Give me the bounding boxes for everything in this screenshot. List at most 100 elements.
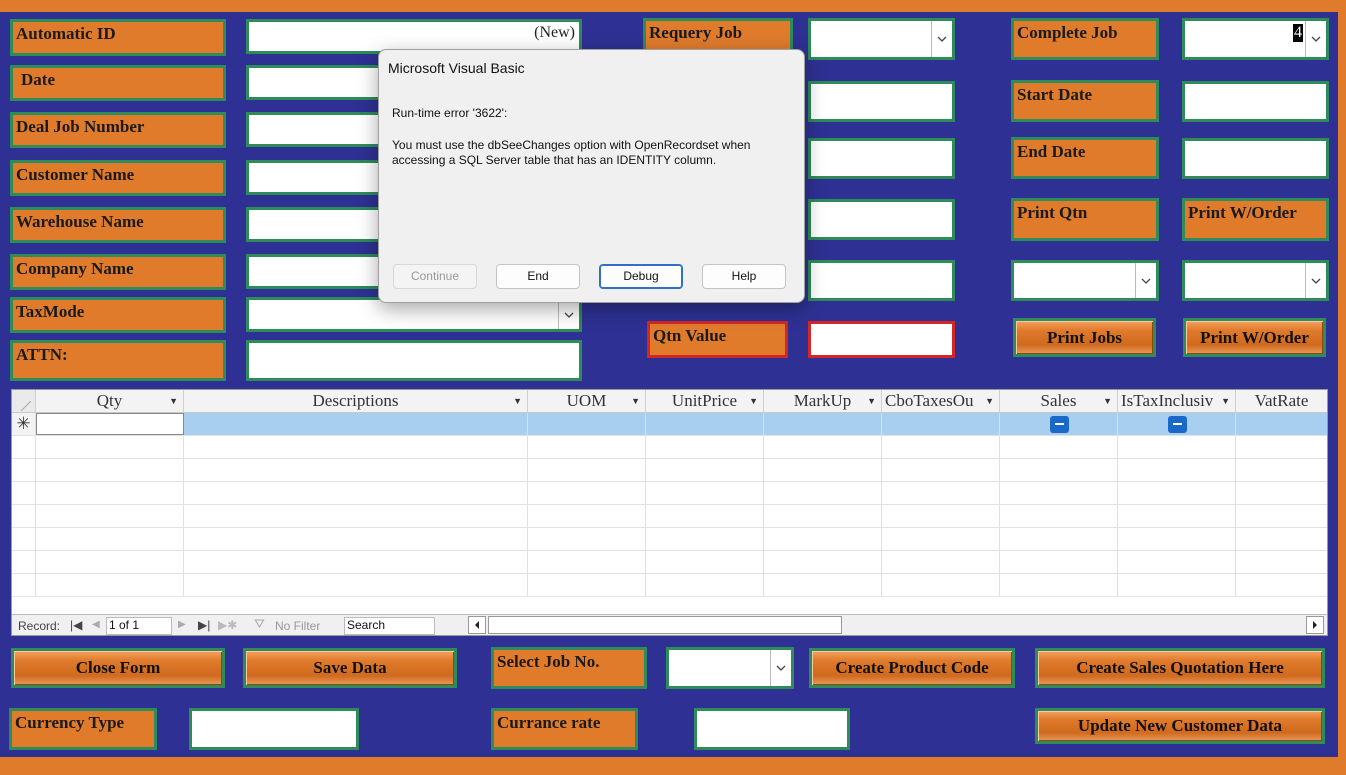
checkbox-indeterminate-icon [1055, 423, 1064, 425]
chevron-down-icon[interactable] [1305, 21, 1326, 57]
chevron-down-icon[interactable] [770, 650, 791, 686]
filter-icon[interactable]: ⛛ [254, 616, 265, 632]
save-data-button[interactable]: Save Data [243, 648, 457, 688]
chevron-down-icon[interactable] [931, 21, 952, 57]
dialog-error-code: Run-time error '3622': [392, 106, 508, 120]
print-worder-combo[interactable] [1182, 260, 1329, 301]
chevron-down-icon[interactable]: ▼ [749, 390, 758, 412]
middle-field-3[interactable] [808, 199, 955, 240]
chevron-down-icon[interactable]: ▼ [985, 390, 994, 412]
middle-field-4[interactable] [808, 260, 955, 301]
column-header-vatrate[interactable]: VatRate [1236, 390, 1327, 413]
print-qtn-combo[interactable] [1011, 260, 1159, 301]
help-button[interactable]: Help [702, 264, 786, 289]
unitprice-cell[interactable] [646, 413, 764, 435]
chevron-down-icon[interactable]: ▼ [1221, 390, 1230, 412]
chevron-down-icon[interactable]: ▼ [867, 390, 876, 412]
print-worder-button[interactable]: Print W/Order [1183, 318, 1326, 357]
column-header-sales[interactable]: Sales ▼ [1000, 390, 1118, 413]
label-print-qtn: Print Qtn [1011, 198, 1159, 241]
label-currance-rate: Currance rate [491, 708, 638, 750]
chevron-down-icon[interactable]: ▼ [513, 390, 522, 412]
column-header-vatrate-label: VatRate [1254, 391, 1309, 410]
horizontal-scrollbar-thumb[interactable] [488, 616, 842, 634]
currance-rate-field[interactable] [694, 708, 850, 750]
complete-job-combo[interactable]: 4 [1182, 18, 1329, 60]
istaxinclusive-cell[interactable] [1118, 413, 1236, 435]
scroll-right-button[interactable] [1306, 616, 1324, 634]
empty-row [12, 551, 1327, 574]
column-header-markup[interactable]: MarkUp ▼ [764, 390, 882, 413]
search-input[interactable]: Search [344, 617, 435, 635]
scroll-left-button[interactable] [468, 616, 486, 634]
middle-field-2[interactable] [808, 138, 955, 179]
label-end-date: End Date [1011, 137, 1159, 179]
column-header-qty[interactable]: Qty ▼ [36, 390, 184, 413]
last-record-icon[interactable]: ▶| [198, 618, 210, 632]
chevron-down-icon[interactable] [1135, 263, 1156, 298]
column-header-cbotaxesou[interactable]: CboTaxesOu ▼ [882, 390, 1000, 413]
first-record-icon[interactable]: |◀ [70, 618, 82, 632]
chevron-down-icon[interactable]: ▼ [169, 390, 178, 412]
empty-row [12, 574, 1327, 597]
column-header-uom[interactable]: UOM ▼ [528, 390, 646, 413]
cbotaxesou-cell[interactable] [882, 413, 1000, 435]
column-header-descriptions-label: Descriptions [312, 391, 399, 410]
requery-job-combo[interactable] [808, 18, 955, 60]
chevron-down-icon[interactable] [558, 300, 579, 329]
column-header-cbotaxesou-label: CboTaxesOu [885, 391, 974, 410]
new-record-nav-icon[interactable]: ▶✱ [218, 618, 237, 632]
descriptions-cell[interactable] [184, 413, 528, 435]
print-jobs-button[interactable]: Print Jobs [1013, 318, 1156, 357]
end-button[interactable]: End [496, 264, 580, 289]
debug-button[interactable]: Debug [599, 264, 683, 289]
next-record-icon[interactable]: ▶ [178, 619, 186, 630]
column-header-markup-label: MarkUp [793, 391, 852, 410]
label-customer-name: Customer Name [10, 160, 226, 196]
label-attn: ATTN: [10, 340, 226, 381]
middle-field-1[interactable] [808, 81, 955, 122]
label-automatic-id: Automatic ID [10, 19, 226, 56]
new-record-icon[interactable]: ✳ [12, 413, 36, 435]
create-sales-quotation-button[interactable]: Create Sales Quotation Here [1035, 648, 1325, 688]
close-form-button[interactable]: Close Form [11, 648, 225, 688]
create-product-code-button[interactable]: Create Product Code [809, 648, 1015, 688]
column-header-uom-label: UOM [566, 391, 607, 410]
label-start-date: Start Date [1011, 80, 1159, 122]
chevron-down-icon[interactable] [1305, 263, 1326, 298]
chevron-down-icon[interactable]: ▼ [631, 390, 640, 412]
end-date-field[interactable] [1182, 138, 1329, 179]
chevron-down-icon[interactable]: ▼ [1103, 390, 1112, 412]
label-qtn-value: Qtn Value [647, 321, 788, 358]
column-header-unitprice[interactable]: UnitPrice ▼ [646, 390, 764, 413]
vatrate-cell[interactable] [1236, 413, 1327, 435]
uom-cell[interactable] [528, 413, 646, 435]
line-items-datasheet[interactable]: Qty ▼ Descriptions ▼ UOM ▼ UnitPrice ▼ MarkU… [11, 389, 1328, 636]
empty-row [12, 505, 1327, 528]
currency-type-field[interactable] [189, 708, 359, 750]
update-customer-data-button[interactable]: Update New Customer Data [1035, 708, 1325, 744]
row-selector-header[interactable] [12, 390, 36, 413]
label-company-name: Company Name [10, 254, 226, 290]
checkbox-indeterminate-icon [1173, 423, 1182, 425]
sales-cell[interactable] [1000, 413, 1118, 435]
markup-cell[interactable] [764, 413, 882, 435]
table-row-new[interactable]: ✳ [12, 413, 1327, 436]
qtn-value-field[interactable] [808, 321, 955, 358]
qty-cell-input[interactable] [36, 413, 184, 435]
sales-checkbox[interactable] [1050, 416, 1069, 433]
column-header-unitprice-label: UnitPrice [671, 391, 738, 410]
continue-button[interactable]: Continue [393, 264, 477, 289]
label-complete-job: Complete Job [1011, 18, 1159, 60]
complete-job-value: 4 [1293, 24, 1303, 42]
current-record-field[interactable]: 1 of 1 [106, 617, 172, 635]
column-header-descriptions[interactable]: Descriptions ▼ [184, 390, 528, 413]
istaxinclusive-checkbox[interactable] [1168, 416, 1187, 433]
select-job-combo[interactable] [666, 647, 794, 689]
previous-record-icon[interactable]: ◀ [92, 619, 100, 630]
attn-field[interactable] [246, 340, 582, 381]
start-date-field[interactable] [1182, 81, 1329, 122]
record-navigation-bar: Record: |◀ ◀ 1 of 1 ▶ ▶| ▶✱ ⛛ No Filter … [12, 614, 1327, 635]
column-header-istaxinclusive[interactable]: IsTaxInclusiv ▼ [1118, 390, 1236, 413]
no-filter-label[interactable]: No Filter [275, 619, 320, 633]
